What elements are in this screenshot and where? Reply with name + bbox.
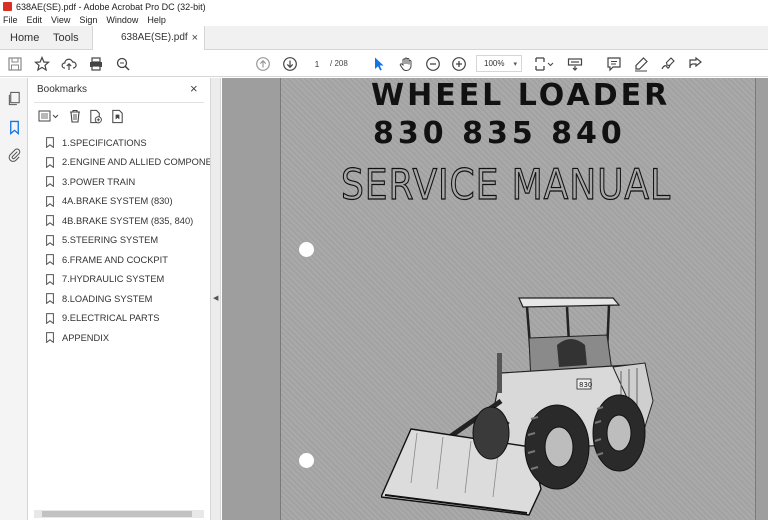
zoom-value: 100% bbox=[484, 59, 505, 68]
bookmark-icon bbox=[46, 332, 54, 344]
document-viewport[interactable]: WHEEL LOADER 830 835 840 SERVICE MANUAL … bbox=[222, 78, 768, 520]
attachments-paperclip-icon[interactable] bbox=[5, 145, 23, 163]
bookmarks-toolbar bbox=[36, 107, 206, 125]
bookmarks-close-icon[interactable]: × bbox=[190, 81, 198, 96]
bookmark-icon bbox=[46, 293, 54, 305]
pdf-page: WHEEL LOADER 830 835 840 SERVICE MANUAL … bbox=[280, 78, 756, 520]
panel-splitter[interactable]: ◀ bbox=[211, 78, 221, 520]
bookmark-star-icon[interactable] bbox=[33, 55, 51, 73]
tab-close-icon[interactable]: × bbox=[192, 26, 198, 50]
menu-view[interactable]: View bbox=[51, 15, 70, 25]
find-zoom-icon[interactable] bbox=[114, 55, 132, 73]
new-bookmark-icon[interactable] bbox=[88, 107, 103, 125]
bookmark-icon bbox=[46, 215, 54, 227]
bookmark-options-icon[interactable] bbox=[38, 107, 60, 125]
bookmark-icon bbox=[46, 254, 54, 266]
page-total: / 208 bbox=[330, 59, 348, 68]
chevron-down-icon: ▾ bbox=[513, 60, 517, 68]
collapse-arrow-icon[interactable]: ◀ bbox=[213, 294, 218, 302]
divider bbox=[34, 102, 204, 103]
zoom-dropdown[interactable]: 100% ▾ bbox=[476, 55, 522, 72]
acrobat-logo-icon bbox=[3, 2, 12, 11]
comment-icon[interactable] bbox=[605, 55, 623, 73]
cab-model-badge: 830 bbox=[579, 381, 592, 389]
window-title: 638AE(SE).pdf - Adobe Acrobat Pro DC (32… bbox=[16, 1, 206, 12]
tab-home[interactable]: Home bbox=[10, 26, 39, 50]
highlight-pen-icon[interactable] bbox=[632, 55, 650, 73]
bookmark-icon bbox=[46, 234, 54, 246]
bookmark-item[interactable]: 8.LOADING SYSTEM bbox=[46, 289, 210, 309]
bookmarks-panel-icon[interactable] bbox=[5, 118, 23, 136]
tab-document-label: 638AE(SE).pdf bbox=[121, 32, 188, 43]
previous-page-icon[interactable] bbox=[254, 55, 272, 73]
bookmarks-title: Bookmarks bbox=[37, 84, 88, 95]
bookmark-icon bbox=[46, 195, 54, 207]
punch-hole bbox=[299, 453, 314, 468]
bookmark-item[interactable]: 4B.BRAKE SYSTEM (835, 840) bbox=[46, 211, 210, 231]
bookmark-label: 7.HYDRAULIC SYSTEM bbox=[62, 274, 165, 285]
punch-hole bbox=[299, 242, 314, 257]
bookmark-item[interactable]: 7.HYDRAULIC SYSTEM bbox=[46, 270, 210, 290]
delete-bookmark-icon[interactable] bbox=[68, 107, 82, 125]
bookmark-label: 2.ENGINE AND ALLIED COMPONENTS bbox=[62, 157, 211, 168]
bookmark-label: 5.STEERING SYSTEM bbox=[62, 235, 159, 246]
share-link-icon[interactable] bbox=[686, 55, 704, 73]
bookmark-label: 4A.BRAKE SYSTEM (830) bbox=[62, 196, 173, 207]
bookmark-item[interactable]: 2.ENGINE AND ALLIED COMPONENTS bbox=[46, 153, 211, 173]
tab-tools[interactable]: Tools bbox=[53, 26, 79, 50]
bookmark-item[interactable]: 6.FRAME AND COCKPIT bbox=[46, 250, 210, 270]
menu-edit[interactable]: Edit bbox=[27, 15, 43, 25]
bookmark-icon bbox=[46, 137, 54, 149]
menu-window[interactable]: Window bbox=[106, 15, 138, 25]
hand-tool-icon[interactable] bbox=[397, 55, 415, 73]
print-icon[interactable] bbox=[87, 55, 105, 73]
bookmark-label: APPENDIX bbox=[62, 332, 110, 343]
menu-help[interactable]: Help bbox=[147, 15, 166, 25]
zoom-in-icon[interactable] bbox=[450, 55, 468, 73]
bookmark-from-page-icon[interactable] bbox=[110, 107, 125, 125]
cover-title-wheel-loader: WHEEL LOADER bbox=[371, 78, 671, 113]
save-icon[interactable] bbox=[6, 55, 24, 73]
bookmark-item[interactable]: 9.ELECTRICAL PARTS bbox=[46, 309, 210, 329]
bookmarks-panel: Bookmarks × 1.SPECIFICATIONS 2.ENGINE AN… bbox=[28, 78, 211, 520]
page-thumbnails-icon[interactable] bbox=[5, 89, 23, 107]
scrollbar-thumb[interactable] bbox=[42, 511, 192, 517]
bookmark-icon bbox=[46, 176, 54, 188]
bookmark-item[interactable]: 5.STEERING SYSTEM bbox=[46, 231, 210, 251]
cover-model-numbers: 830 835 840 bbox=[373, 116, 626, 151]
tab-bar: Home Tools 638AE(SE).pdf × bbox=[0, 26, 768, 50]
page-number-input[interactable]: 1 bbox=[307, 56, 327, 71]
next-page-icon[interactable] bbox=[281, 55, 299, 73]
select-cursor-icon[interactable] bbox=[370, 55, 388, 73]
bookmark-label: 6.FRAME AND COCKPIT bbox=[62, 254, 168, 265]
bookmark-label: 1.SPECIFICATIONS bbox=[62, 137, 147, 148]
toolbar: 1 / 208 100% ▾ bbox=[0, 50, 768, 77]
wheel-loader-illustration: 830 bbox=[381, 297, 654, 516]
navigation-rail bbox=[0, 78, 28, 520]
bookmark-item[interactable]: 1.SPECIFICATIONS bbox=[46, 133, 210, 153]
bookmark-icon bbox=[46, 156, 54, 168]
zoom-out-icon[interactable] bbox=[424, 55, 442, 73]
bookmark-label: 9.ELECTRICAL PARTS bbox=[62, 313, 160, 324]
bookmark-label: 3.POWER TRAIN bbox=[62, 176, 136, 187]
page-fit-icon[interactable] bbox=[533, 55, 555, 73]
bookmark-icon bbox=[46, 273, 54, 285]
menu-sign[interactable]: Sign bbox=[79, 15, 97, 25]
bookmarks-list: 1.SPECIFICATIONS 2.ENGINE AND ALLIED COM… bbox=[46, 133, 211, 348]
bookmark-item[interactable]: 4A.BRAKE SYSTEM (830) bbox=[46, 192, 210, 212]
title-bar: 638AE(SE).pdf - Adobe Acrobat Pro DC (32… bbox=[0, 0, 768, 13]
upload-cloud-icon[interactable] bbox=[60, 55, 78, 73]
bookmark-item[interactable]: 3.POWER TRAIN bbox=[46, 172, 210, 192]
keyboard-tool-icon[interactable] bbox=[566, 55, 584, 73]
fill-sign-icon[interactable] bbox=[659, 55, 677, 73]
bookmark-item[interactable]: APPENDIX bbox=[46, 328, 210, 348]
horizontal-scrollbar[interactable] bbox=[34, 510, 204, 518]
bookmark-label: 4B.BRAKE SYSTEM (835, 840) bbox=[62, 215, 194, 226]
bookmark-label: 8.LOADING SYSTEM bbox=[62, 293, 153, 304]
bookmark-icon bbox=[46, 312, 54, 324]
cover-service-manual: SERVICE MANUAL bbox=[340, 159, 671, 209]
menu-bar: File Edit View Sign Window Help bbox=[0, 13, 768, 26]
menu-file[interactable]: File bbox=[3, 15, 18, 25]
tab-document[interactable]: 638AE(SE).pdf × bbox=[92, 26, 205, 50]
